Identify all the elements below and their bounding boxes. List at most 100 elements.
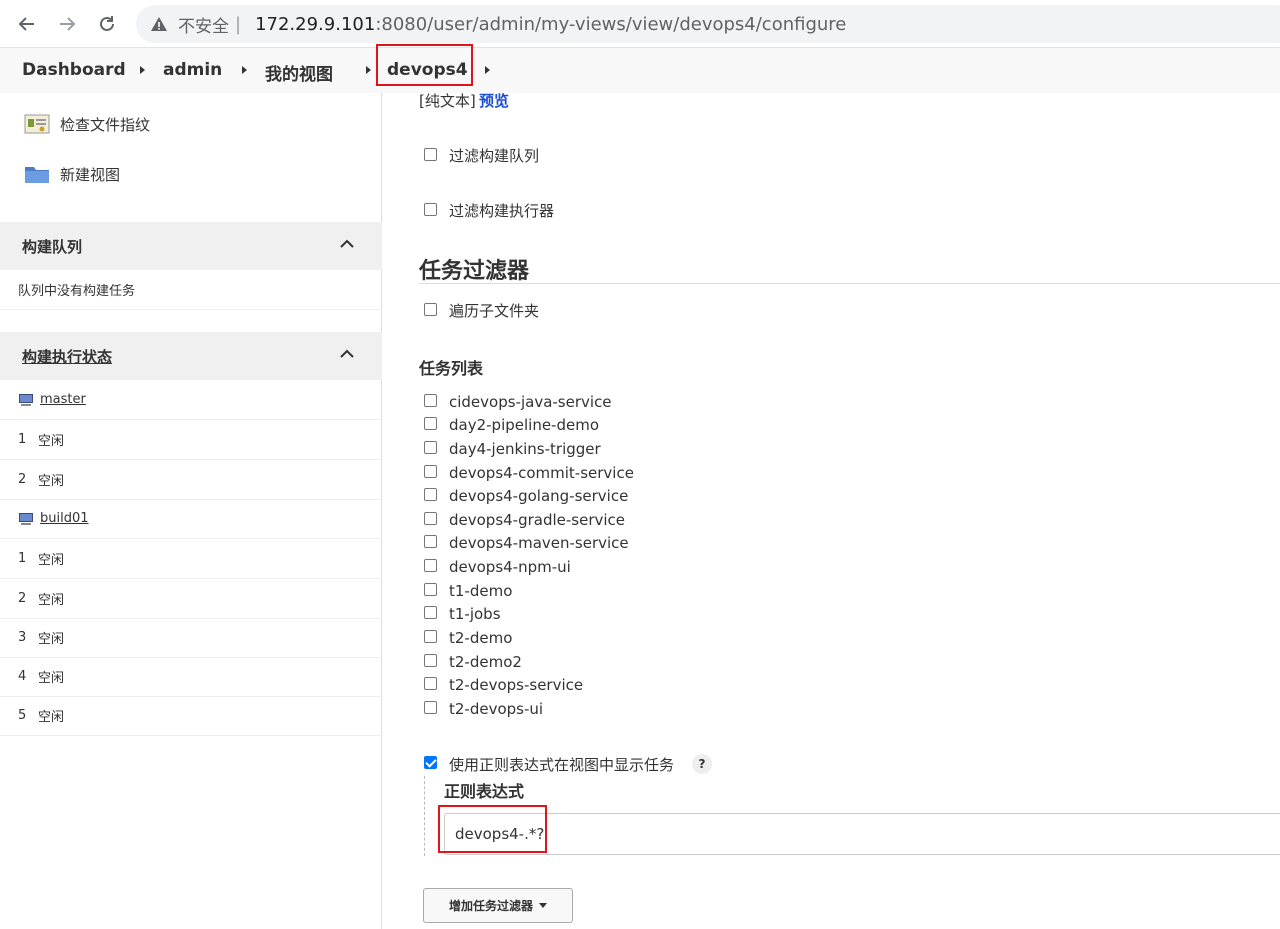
breadcrumb-dashboard[interactable]: Dashboard	[22, 60, 126, 80]
computer-icon	[19, 512, 33, 525]
executor-node-row: build01	[0, 499, 382, 539]
arrow-left-icon	[18, 17, 34, 31]
url-separator: |	[235, 13, 242, 35]
breadcrumb: Dashboard admin 我的视图 devops4	[0, 48, 1280, 93]
sidebar: 检查文件指纹 新建视图 构建队列 队列中没有构建任务 构建执行状态 master…	[0, 93, 382, 929]
executor-node-row: master	[0, 380, 382, 420]
computer-icon	[19, 393, 33, 406]
job-label: day2-pipeline-demo	[449, 416, 600, 434]
job-checkbox[interactable]	[424, 394, 437, 407]
job-checkbox[interactable]	[424, 488, 437, 501]
arrow-right-icon	[60, 17, 76, 31]
regex-input[interactable]: devops4-.*?	[444, 813, 1280, 855]
job-checkbox[interactable]	[424, 559, 437, 572]
node-link-master[interactable]: master	[40, 392, 86, 407]
reload-button[interactable]	[92, 9, 122, 39]
executor-row: 1 空闲	[0, 539, 382, 579]
job-checkbox[interactable]	[424, 441, 437, 454]
recurse-label: 遍历子文件夹	[449, 302, 540, 320]
insecure-label: 不安全	[178, 16, 229, 37]
chevron-up-icon[interactable]	[340, 349, 354, 359]
browser-toolbar: 不安全 | 172.29.9.101 :8080/user/admin/my-v…	[0, 0, 1280, 48]
highlight-annotation	[376, 44, 473, 86]
job-label: cidevops-java-service	[449, 393, 612, 411]
filter-executors-checkbox[interactable]	[424, 203, 437, 216]
executor-number: 4	[18, 669, 27, 684]
job-checkbox[interactable]	[424, 654, 437, 667]
url-host: 172.29.9.101	[255, 13, 376, 35]
job-checkbox[interactable]	[424, 465, 437, 478]
executor-status: 空闲	[38, 710, 65, 725]
highlight-annotation	[438, 805, 547, 853]
breadcrumb-arrow-icon[interactable]	[242, 66, 247, 74]
job-checkbox[interactable]	[424, 630, 437, 643]
executor-status-title[interactable]: 构建执行状态	[22, 346, 112, 367]
executor-row: 1 空闲	[0, 420, 382, 460]
job-label: devops4-golang-service	[449, 487, 629, 505]
warning-icon	[151, 17, 167, 31]
folder-icon	[25, 167, 49, 183]
breadcrumb-arrow-icon[interactable]	[140, 66, 145, 74]
job-label: devops4-gradle-service	[449, 511, 626, 529]
breadcrumb-arrow-icon[interactable]	[366, 66, 371, 74]
job-label: t1-demo	[449, 582, 513, 600]
plain-text-label: [纯文本]	[419, 92, 476, 110]
address-bar[interactable]: 不安全 | 172.29.9.101 :8080/user/admin/my-v…	[136, 5, 1280, 43]
forward-button[interactable]	[52, 9, 82, 39]
add-job-filter-button[interactable]: 增加任务过滤器	[423, 888, 573, 923]
filter-executors-label: 过滤构建执行器	[449, 202, 555, 220]
reload-icon	[100, 16, 114, 31]
job-checkbox[interactable]	[424, 417, 437, 430]
job-label: t2-devops-ui	[449, 700, 544, 718]
build-queue-empty: 队列中没有构建任务	[0, 270, 382, 310]
executor-number: 1	[18, 432, 27, 447]
node-link-build01[interactable]: build01	[40, 511, 89, 526]
job-checkbox[interactable]	[424, 512, 437, 525]
filter-queue-checkbox[interactable]	[424, 148, 437, 161]
sidebar-item-fingerprint[interactable]: 检查文件指纹	[24, 113, 150, 135]
executor-status: 空闲	[38, 671, 65, 686]
use-regex-label: 使用正则表达式在视图中显示任务	[449, 756, 675, 774]
recurse-checkbox[interactable]	[424, 303, 437, 316]
breadcrumb-my-views[interactable]: 我的视图	[265, 60, 333, 85]
job-checkbox[interactable]	[424, 701, 437, 714]
sidebar-item-label: 新建视图	[60, 165, 121, 184]
job-checkbox[interactable]	[424, 583, 437, 596]
fingerprint-certificate-icon	[24, 114, 50, 134]
executor-status-header[interactable]: 构建执行状态	[0, 332, 382, 380]
job-label: t2-devops-service	[449, 676, 584, 694]
job-label: devops4-commit-service	[449, 464, 634, 482]
section-divider	[419, 283, 1280, 284]
build-queue-empty-text: 队列中没有构建任务	[18, 284, 136, 299]
executor-number: 3	[18, 630, 27, 645]
breadcrumb-arrow-icon[interactable]	[485, 66, 490, 74]
executor-number: 2	[18, 591, 27, 606]
job-label: devops4-maven-service	[449, 534, 629, 552]
job-checkbox[interactable]	[424, 677, 437, 690]
executor-row: 2 空闲	[0, 579, 382, 619]
chevron-up-icon[interactable]	[340, 239, 354, 249]
add-job-filter-label: 增加任务过滤器	[448, 899, 533, 913]
job-checkbox[interactable]	[424, 535, 437, 548]
preview-link[interactable]: 预览	[479, 90, 509, 111]
filter-queue-label: 过滤构建队列	[449, 147, 540, 165]
executor-status: 空闲	[38, 434, 65, 449]
job-label: t2-demo	[449, 629, 513, 647]
executor-status: 空闲	[38, 632, 65, 647]
use-regex-checkbox[interactable]	[424, 756, 437, 769]
help-icon[interactable]: ?	[692, 754, 712, 774]
job-checkbox[interactable]	[424, 606, 437, 619]
job-label: t2-demo2	[449, 653, 522, 671]
sidebar-item-new-view[interactable]: 新建视图	[24, 163, 120, 185]
caret-down-icon	[539, 903, 547, 908]
build-queue-title: 构建队列	[22, 237, 83, 256]
executor-number: 1	[18, 551, 27, 566]
build-queue-header[interactable]: 构建队列	[0, 222, 382, 270]
nested-section-guide	[424, 776, 425, 856]
job-label: devops4-npm-ui	[449, 558, 571, 576]
executor-row: 4 空闲	[0, 657, 382, 697]
executor-row: 3 空闲	[0, 618, 382, 658]
back-button[interactable]	[12, 9, 42, 39]
breadcrumb-admin[interactable]: admin	[163, 60, 222, 80]
job-label: day4-jenkins-trigger	[449, 440, 601, 458]
